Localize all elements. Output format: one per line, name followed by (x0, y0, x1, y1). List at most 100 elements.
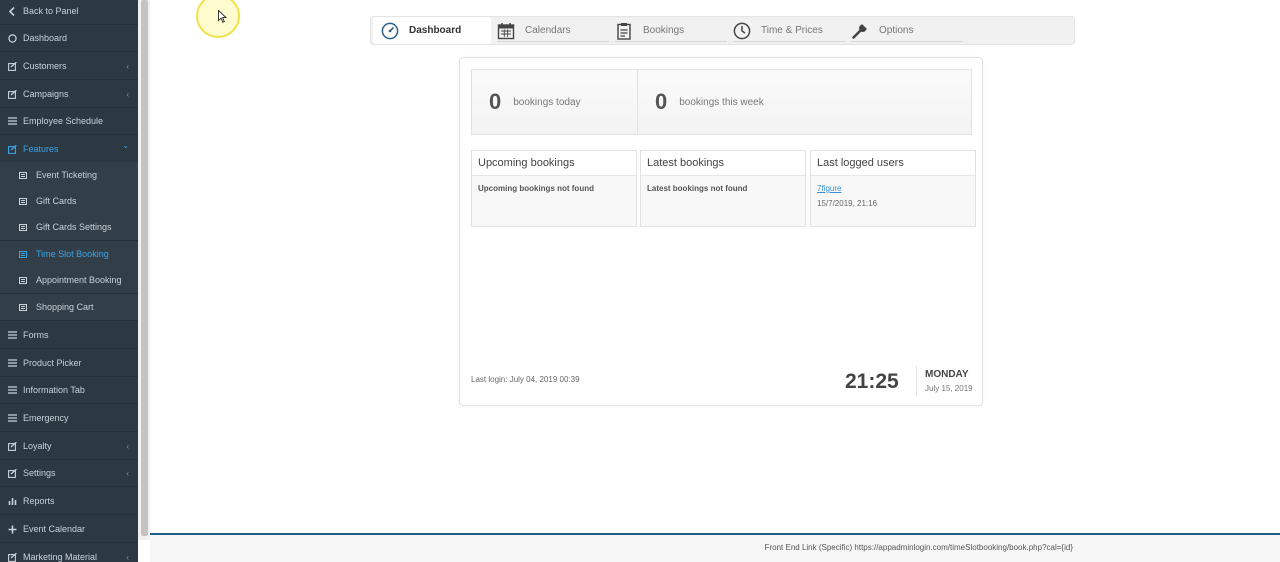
sidebar-item-campaigns[interactable]: Campaigns ‹ (0, 81, 138, 108)
sidebar-item-label: Employee Schedule (23, 116, 104, 126)
tab-dashboard[interactable]: Dashboard (373, 17, 491, 44)
current-date: July 15, 2019 (925, 384, 973, 393)
bookings-week-count: 0 (655, 89, 668, 114)
tab-options[interactable]: Options (851, 17, 963, 44)
calendar-icon (497, 22, 515, 40)
sidebar-item-customers[interactable]: Customers ‹ (0, 53, 138, 80)
panel-last-logged-users: Last logged users 7figure 15/7/2019, 21:… (810, 150, 976, 227)
sidebar-item-gift-cards[interactable]: Gift Cards (0, 188, 138, 215)
tab-underline (497, 41, 609, 42)
stat-bookings-week: 0 bookings this week (655, 70, 764, 134)
tab-label: Options (879, 25, 914, 36)
bookings-week-label: bookings this week (679, 96, 764, 108)
sidebar-item-reports[interactable]: Reports (0, 488, 138, 515)
footer: Front End Link (Specific) https://appadm… (150, 535, 1280, 562)
sidebar-item-features[interactable]: Features ⌄ (0, 136, 138, 163)
sidebar-item-time-slot-booking[interactable]: Time Slot Booking (0, 241, 138, 268)
bookings-today-count: 0 (489, 89, 502, 114)
sidebar-item-label: Event Calendar (23, 524, 86, 534)
sidebar-item-label: Time Slot Booking (36, 249, 109, 259)
chevron-left-icon (7, 6, 17, 16)
edit-icon (7, 468, 17, 478)
sidebar-item-label: Appointment Booking (36, 275, 122, 285)
edit-icon (7, 89, 17, 99)
sidebar-item-event-calendar[interactable]: Event Calendar (0, 516, 138, 543)
sidebar-item-dashboard[interactable]: Dashboard (0, 25, 138, 52)
last-login-text: Last login: July 04, 2019 00:39 (471, 375, 580, 384)
tab-label: Calendars (525, 25, 571, 36)
sidebar-item-employee-schedule[interactable]: Employee Schedule (0, 108, 138, 135)
sidebar-item-label: Campaigns (23, 89, 69, 99)
stat-bookings-today: 0 bookings today (489, 70, 581, 134)
sidebar-item-emergency[interactable]: Emergency (0, 405, 138, 432)
sidebar-item-label: Product Picker (23, 358, 82, 368)
sidebar-item-shopping-cart[interactable]: Shopping Cart (0, 294, 138, 321)
chevron-left-icon: ‹ (126, 62, 129, 71)
tab-label: Bookings (643, 25, 685, 36)
panel-body: 7figure 15/7/2019, 21:16 (811, 176, 975, 208)
tab-label: Time & Prices (761, 25, 823, 36)
sidebar-item-event-ticketing[interactable]: Event Ticketing (0, 162, 138, 189)
dashboard-icon (7, 33, 17, 43)
tab-underline (851, 41, 963, 42)
dashboard-card: 0 bookings today 0 bookings this week Up… (459, 57, 983, 406)
plus-icon (7, 524, 17, 534)
panel-title: Upcoming bookings (472, 151, 636, 176)
bar-chart-icon (7, 496, 17, 506)
tab-bar: Dashboard Calendars Bookings Time & Pric… (370, 16, 1075, 45)
sidebar-item-label: Settings (23, 468, 56, 478)
sidebar-item-product-picker[interactable]: Product Picker (0, 350, 138, 377)
list-icon (18, 196, 28, 206)
list-icon (18, 222, 28, 232)
edit-icon (7, 61, 17, 71)
tab-time-prices[interactable]: Time & Prices (733, 17, 845, 44)
user-link[interactable]: 7figure (817, 184, 969, 193)
current-time: 21:25 (845, 370, 899, 393)
sidebar-item-label: Loyalty (23, 441, 52, 451)
sidebar-item-back-to-panel[interactable]: Back to Panel (0, 0, 138, 25)
front-end-link[interactable]: Front End Link (Specific) https://appadm… (765, 543, 1073, 552)
sidebar-item-marketing-material[interactable]: Marketing Material ‹ (0, 544, 138, 562)
sidebar-item-label: Event Ticketing (36, 170, 98, 180)
sidebar-item-label: Gift Cards Settings (36, 222, 112, 232)
sidebar-item-label: Forms (23, 330, 49, 340)
clock-divider (916, 366, 917, 396)
scrollbar-thumb[interactable] (141, 0, 148, 536)
clock-icon (733, 22, 751, 40)
list-icon (7, 413, 17, 423)
panel-empty-message: Upcoming bookings not found (478, 184, 594, 193)
speedometer-icon (381, 22, 399, 40)
wrench-icon (851, 22, 869, 40)
chevron-left-icon: ‹ (126, 90, 129, 99)
bookings-today-label: bookings today (513, 96, 581, 108)
current-day: MONDAY (925, 369, 969, 380)
list-icon (7, 330, 17, 340)
sidebar-item-label: Gift Cards (36, 196, 77, 206)
list-icon (7, 385, 17, 395)
chevron-left-icon: ‹ (126, 442, 129, 451)
sidebar-item-label: Marketing Material (23, 552, 98, 562)
tab-underline (615, 41, 727, 42)
tab-bookings[interactable]: Bookings (615, 17, 727, 44)
list-icon (18, 275, 28, 285)
sidebar: Back to Panel Dashboard Customers ‹ Camp… (0, 0, 138, 562)
panel-upcoming-bookings: Upcoming bookings Upcoming bookings not … (471, 150, 637, 227)
tab-label: Dashboard (409, 25, 462, 36)
sidebar-item-settings[interactable]: Settings ‹ (0, 460, 138, 487)
clipboard-icon (615, 22, 633, 40)
sidebar-item-label: Dashboard (23, 33, 68, 43)
sidebar-item-forms[interactable]: Forms (0, 322, 138, 349)
tab-calendars[interactable]: Calendars (497, 17, 609, 44)
sidebar-item-label: Features (23, 144, 59, 154)
sidebar-item-appointment-booking[interactable]: Appointment Booking (0, 267, 138, 294)
edit-icon (7, 552, 17, 562)
sidebar-item-information-tab[interactable]: Information Tab (0, 377, 138, 404)
panel-empty-message: Latest bookings not found (647, 184, 748, 193)
edit-icon (7, 144, 17, 154)
user-login-time: 15/7/2019, 21:16 (817, 199, 878, 208)
list-icon (18, 249, 28, 259)
list-icon (7, 116, 17, 126)
sidebar-item-gift-cards-settings[interactable]: Gift Cards Settings (0, 214, 138, 241)
sidebar-item-loyalty[interactable]: Loyalty ‹ (0, 433, 138, 460)
edit-icon (7, 441, 17, 451)
